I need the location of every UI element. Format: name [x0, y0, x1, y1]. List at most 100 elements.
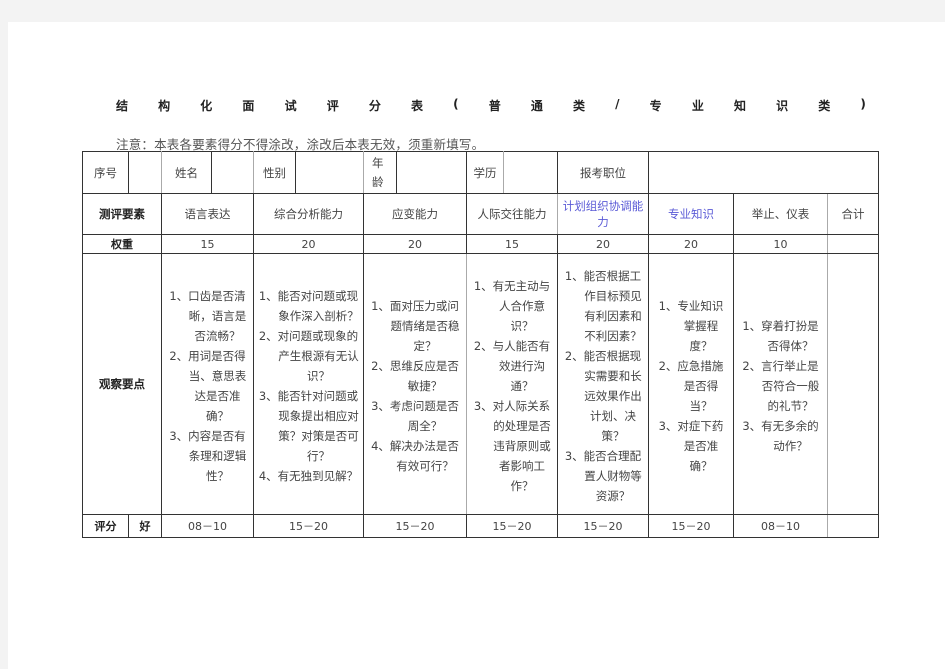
observation-total: [827, 253, 879, 515]
observation-points-list: 1、专业知识掌握程度？ 2、应急措施是否得当？ 3、对症下药是否准确？: [649, 296, 733, 476]
title-char: 试: [284, 99, 297, 113]
title-char: 分: [368, 99, 381, 113]
observation-points-list: 1、穿着打扮是否得体？ 2、言行举止是否符合一般的礼节？ 3、有无多余的动作？: [734, 316, 827, 456]
observation-point: 1、口齿是否清晰，语言是否流畅？: [169, 289, 247, 343]
title-char: 普: [488, 99, 501, 113]
factor-header: 计划组织协调能力: [557, 193, 649, 235]
observation-cell: 1、面对压力或问题情绪是否稳定？ 2、思维反应是否敏捷？ 3、考虑问题是否周全？ 4、…: [363, 253, 467, 515]
observation-points-list: 1、能否根据工作目标预见有利因素和不利因素？ 2、能否根据现实需要和长远效果作出计…: [558, 266, 648, 506]
observation-point: 3、对人际关系的处理是否违背原则或者影响工作？: [473, 399, 551, 493]
education-field[interactable]: [503, 151, 558, 194]
age-label-line2: 龄: [372, 174, 384, 189]
observation-cell: 1、穿着打扮是否得体？ 2、言行举止是否符合一般的礼节？ 3、有无多余的动作？: [733, 253, 828, 515]
score-range[interactable]: 15－20: [648, 514, 734, 538]
observation-point: 3、能否合理配置人财物等资源？: [564, 449, 642, 503]
gender-label: 性别: [253, 151, 296, 194]
observation-label: 观察要点: [82, 253, 162, 515]
title-char: 结: [116, 99, 129, 113]
weight-value: 20: [557, 234, 649, 254]
position-field[interactable]: [648, 151, 879, 194]
score-range[interactable]: 15－20: [363, 514, 467, 538]
factor-header: 综合分析能力: [253, 193, 364, 235]
name-field[interactable]: [211, 151, 254, 194]
observation-point: 2、应急措施是否得当？: [658, 359, 724, 413]
title-char: 通: [530, 99, 543, 113]
title-char: 面: [242, 99, 255, 113]
page-title: 结 构 化 面 试 评 分 表 (普 通 类 / 专 业 知 识 类): [116, 97, 866, 115]
weight-value: 15: [466, 234, 558, 254]
observation-row: 观察要点 1、口齿是否清晰，语言是否流畅？ 2、用词是否得当、意思表达是否准确？ 3…: [82, 253, 879, 515]
score-range[interactable]: 15－20: [557, 514, 649, 538]
observation-point: 1、面对压力或问题情绪是否稳定？: [371, 299, 460, 353]
title-char: 构: [158, 99, 171, 113]
factor-header: 人际交往能力: [466, 193, 558, 235]
score-range[interactable]: 08－10: [733, 514, 828, 538]
observation-point: 3、能否针对问题或现象提出相应对策？对策是否可行？: [258, 389, 359, 463]
observation-points-list: 1、能否对问题或现象作深入剖析？ 2、对问题或现象的产生根源有无认识？ 3、能否针对…: [254, 286, 363, 486]
age-field[interactable]: [396, 151, 467, 194]
title-char: 业: [691, 99, 704, 113]
observation-points-list: 1、有无主动与人合作意识？ 2、与人能否有效进行沟通？ 3、对人际关系的处理是否违背…: [467, 276, 557, 496]
weight-row: 权重 15 20 20 15 20 20 10: [82, 234, 879, 254]
gender-field[interactable]: [295, 151, 364, 194]
observation-points-list: 1、口齿是否清晰，语言是否流畅？ 2、用词是否得当、意思表达是否准确？ 3、内容是否…: [162, 286, 253, 486]
candidate-info-row: 序号 姓名 性别 年 龄 学历 报考职位: [82, 151, 879, 194]
observation-cell: 1、有无主动与人合作意识？ 2、与人能否有效进行沟通？ 3、对人际关系的处理是否违背…: [466, 253, 558, 515]
factor-header: 应变能力: [363, 193, 467, 235]
title-char: 化: [200, 99, 213, 113]
observation-cell: 1、专业知识掌握程度？ 2、应急措施是否得当？ 3、对症下药是否准确？: [648, 253, 734, 515]
observation-point: 2、与人能否有效进行沟通？: [473, 339, 551, 393]
observation-point: 3、内容是否有条理和逻辑性？: [169, 429, 247, 483]
title-char: 评: [326, 99, 339, 113]
position-label: 报考职位: [557, 151, 649, 194]
weight-total: [827, 234, 879, 254]
score-range[interactable]: 15－20: [466, 514, 558, 538]
observation-point: 1、专业知识掌握程度？: [658, 299, 724, 353]
factor-header-label: 测评要素: [82, 193, 162, 235]
seq-label: 序号: [82, 151, 129, 194]
title-char: 知: [733, 99, 746, 113]
observation-points-list: 1、面对压力或问题情绪是否稳定？ 2、思维反应是否敏捷？ 3、考虑问题是否周全？ 4、…: [364, 296, 466, 476]
observation-point: 2、对问题或现象的产生根源有无认识？: [258, 329, 359, 383]
age-label: 年 龄: [363, 151, 397, 194]
observation-point: 2、言行举止是否符合一般的礼节？: [742, 359, 820, 413]
score-grade: 好: [128, 514, 162, 538]
score-range[interactable]: 08－10: [161, 514, 254, 538]
observation-point: 1、穿着打扮是否得体？: [742, 319, 819, 353]
score-total[interactable]: [827, 514, 879, 538]
score-label: 评分: [82, 514, 129, 538]
seq-field[interactable]: [128, 151, 162, 194]
observation-point: 3、对症下药是否准确？: [658, 419, 724, 473]
observation-point: 1、能否根据工作目标预见有利因素和不利因素？: [564, 269, 642, 343]
factor-header: 举止、仪表: [733, 193, 828, 235]
weight-value: 20: [363, 234, 467, 254]
observation-point: 3、考虑问题是否周全？: [371, 399, 459, 433]
observation-cell: 1、能否根据工作目标预见有利因素和不利因素？ 2、能否根据现实需要和长远效果作出计…: [557, 253, 649, 515]
weight-value: 20: [253, 234, 364, 254]
title-char: ): [860, 97, 866, 111]
title-char: 类: [818, 99, 831, 113]
score-row: 评分 好 08－10 15－20 15－20 15－20 15－20 15－20…: [82, 514, 879, 538]
weight-value: 15: [161, 234, 254, 254]
name-label: 姓名: [161, 151, 212, 194]
observation-point: 2、思维反应是否敏捷？: [371, 359, 459, 393]
factor-header-row: 测评要素 语言表达 综合分析能力 应变能力 人际交往能力 计划组织协调能力 专业…: [82, 193, 879, 235]
title-char: 类: [573, 99, 586, 113]
education-label: 学历: [466, 151, 504, 194]
score-range[interactable]: 15－20: [253, 514, 364, 538]
title-char: (: [453, 97, 459, 111]
weight-value: 10: [733, 234, 828, 254]
factor-header: 语言表达: [161, 193, 254, 235]
observation-point: 2、能否根据现实需要和长远效果作出计划、决策？: [564, 349, 642, 443]
title-char: /: [615, 97, 620, 111]
factor-header: 专业知识: [648, 193, 734, 235]
weight-value: 20: [648, 234, 734, 254]
observation-point: 4、解决办法是否有效可行？: [371, 439, 459, 473]
observation-point: 2、用词是否得当、意思表达是否准确？: [169, 349, 247, 423]
observation-cell: 1、能否对问题或现象作深入剖析？ 2、对问题或现象的产生根源有无认识？ 3、能否针对…: [253, 253, 364, 515]
observation-cell: 1、口齿是否清晰，语言是否流畅？ 2、用词是否得当、意思表达是否准确？ 3、内容是否…: [161, 253, 254, 515]
title-char: 专: [649, 99, 662, 113]
observation-point: 3、有无多余的动作？: [742, 419, 819, 453]
title-char: 识: [776, 99, 789, 113]
observation-point: 1、能否对问题或现象作深入剖析？: [258, 289, 359, 323]
